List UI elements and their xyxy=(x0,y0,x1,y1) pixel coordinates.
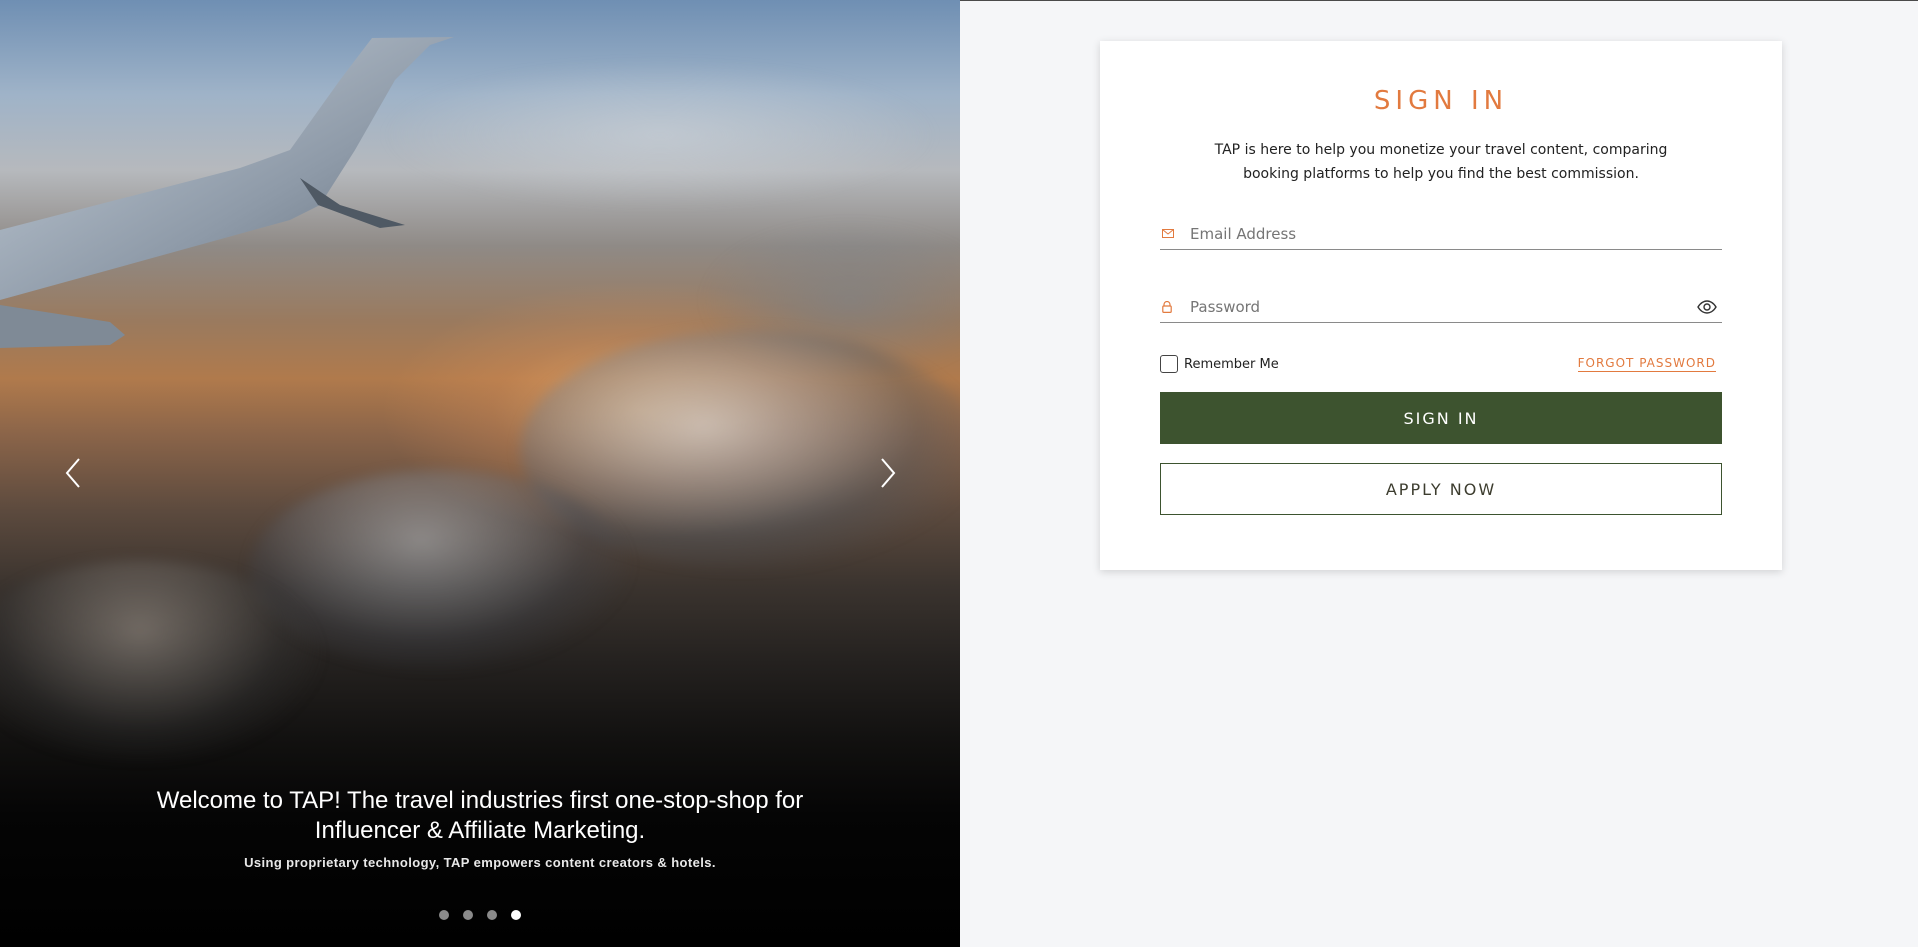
apply-now-button[interactable]: APPLY NOW xyxy=(1160,463,1722,515)
carousel-prev-button[interactable] xyxy=(55,455,91,491)
carousel-dot-1[interactable] xyxy=(439,910,449,920)
remember-me-label: Remember Me xyxy=(1184,356,1279,372)
remember-me-checkbox[interactable] xyxy=(1160,355,1178,373)
carousel-caption: Welcome to TAP! The travel industries fi… xyxy=(0,786,960,870)
airplane-wing-image xyxy=(0,37,454,348)
email-field xyxy=(1160,218,1722,250)
email-input[interactable] xyxy=(1190,224,1722,243)
carousel-next-button[interactable] xyxy=(870,455,906,491)
signin-card: SIGN IN TAP is here to help you monetize… xyxy=(1100,41,1782,570)
carousel-headline: Welcome to TAP! The travel industries fi… xyxy=(156,787,804,844)
lock-icon xyxy=(1160,300,1190,313)
chevron-left-icon xyxy=(65,458,80,488)
password-field xyxy=(1160,291,1722,323)
forgot-password-link[interactable]: FORGOT PASSWORD xyxy=(1577,356,1716,372)
carousel-indicators xyxy=(0,910,960,920)
carousel-dot-3[interactable] xyxy=(487,910,497,920)
sign-in-button[interactable]: SIGN IN xyxy=(1160,392,1722,444)
remember-forgot-row: Remember Me FORGOT PASSWORD xyxy=(1160,352,1722,376)
remember-me[interactable]: Remember Me xyxy=(1160,355,1279,373)
chevron-right-icon xyxy=(881,458,896,488)
page-title: SIGN IN xyxy=(1373,86,1509,116)
password-input[interactable] xyxy=(1190,297,1692,316)
carousel-subheadline: Using proprietary technology, TAP empowe… xyxy=(244,855,716,870)
mail-icon xyxy=(1160,229,1190,238)
carousel-dot-4[interactable] xyxy=(511,910,521,920)
eye-icon[interactable] xyxy=(1692,299,1722,314)
carousel-dot-2[interactable] xyxy=(463,910,473,920)
hero-carousel: Welcome to TAP! The travel industries fi… xyxy=(0,0,960,947)
signin-intro-text: TAP is here to help you monetize your tr… xyxy=(1214,142,1668,182)
sky-cloud xyxy=(380,60,940,210)
